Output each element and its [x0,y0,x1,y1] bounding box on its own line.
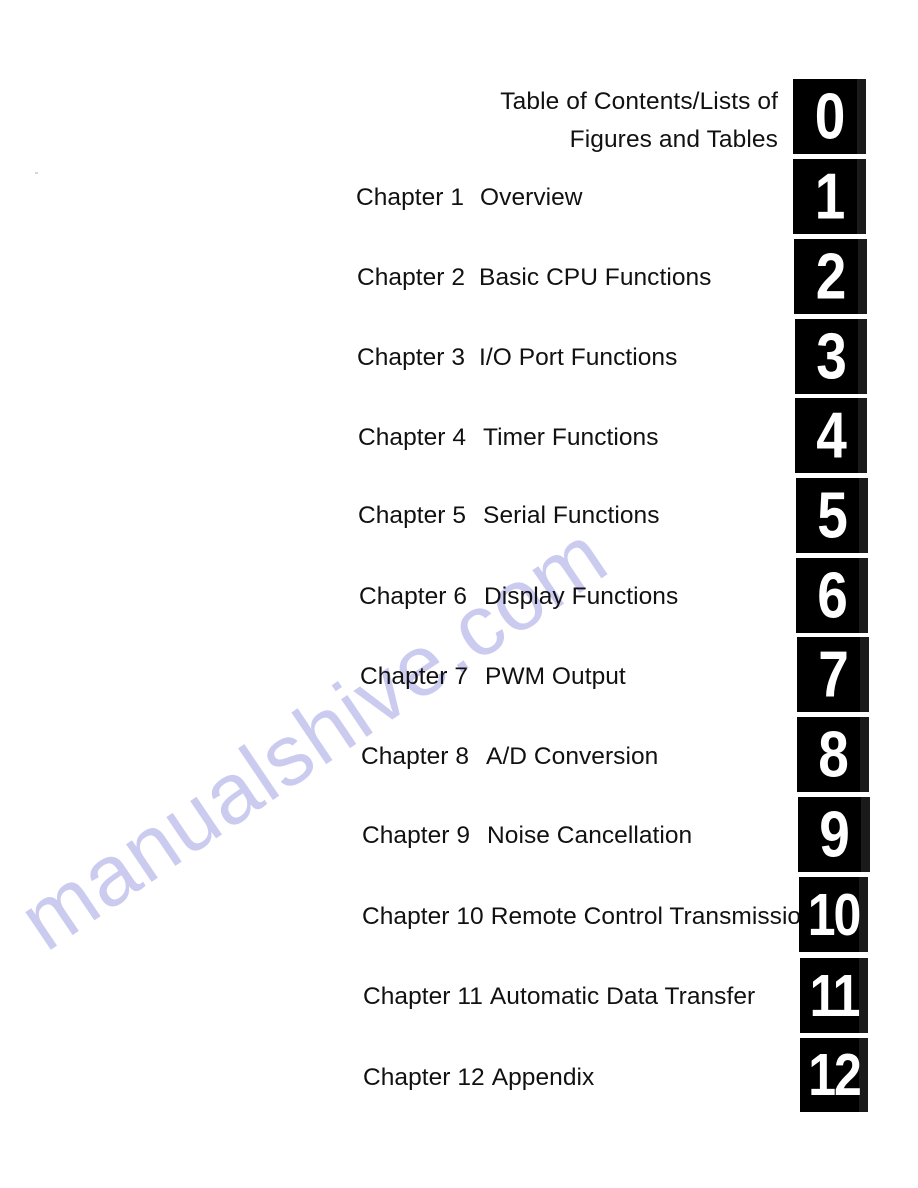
thumb-index-tab-number: 9 [819,797,850,871]
thumb-index-tab[interactable]: 2 [794,239,867,314]
thumb-index-tab[interactable]: 9 [798,797,870,872]
thumb-index-tab-number: 11 [809,962,861,1029]
thumb-index-tab[interactable]: 10 [799,877,868,952]
thumb-index-tab[interactable]: 6 [796,558,868,633]
thumb-index-tab-strip: 0 1 2 3 4 5 6 7 8 9 10 11 12 [0,0,918,1188]
thumb-index-tab-number: 4 [816,398,847,472]
thumb-index-tab-number: 12 [808,1041,862,1109]
thumb-index-tab[interactable]: 12 [800,1038,868,1112]
thumb-index-tab[interactable]: 3 [795,319,867,394]
thumb-index-tab-number: 0 [814,79,846,153]
document-page: manualshive.com Table of Contents/Lists … [0,0,918,1188]
thumb-index-tab[interactable]: 5 [796,478,868,553]
thumb-index-tab[interactable]: 8 [797,717,869,792]
thumb-index-tab-number: 7 [818,637,849,711]
thumb-index-tab[interactable]: 7 [797,637,869,712]
thumb-index-tab-number: 5 [817,478,848,552]
thumb-index-tab[interactable]: 1 [793,159,866,234]
thumb-index-tab[interactable]: 11 [800,958,868,1033]
thumb-index-tab-number: 3 [816,319,847,393]
thumb-index-tab-number: 2 [815,239,847,313]
thumb-index-tab[interactable]: 0 [793,79,866,154]
thumb-index-tab[interactable]: 4 [795,398,867,473]
thumb-index-tab-number: 6 [817,558,848,632]
thumb-index-tab-number: 10 [807,881,862,948]
thumb-index-tab-number: 1 [814,159,846,233]
thumb-index-tab-number: 8 [818,717,849,791]
